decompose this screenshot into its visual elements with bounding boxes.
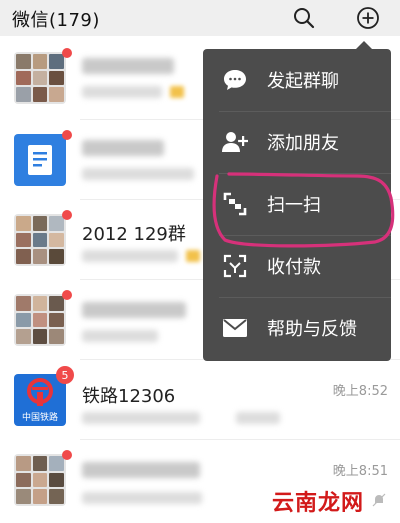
menu-item-label: 收付款 bbox=[267, 257, 321, 278]
chat-preview-blurred bbox=[236, 412, 280, 424]
unread-count-badge: 5 bbox=[56, 366, 74, 384]
menu-item-payment[interactable]: 收付款 bbox=[203, 235, 391, 297]
chat-name: 2012 129群 bbox=[82, 224, 186, 245]
unread-dot bbox=[62, 450, 72, 460]
avatar-caption: 中国铁路 bbox=[21, 413, 58, 423]
top-bar: 微信(179) bbox=[0, 0, 400, 36]
chat-name-blurred bbox=[82, 302, 186, 318]
search-icon[interactable] bbox=[288, 2, 320, 34]
menu-item-label: 添加朋友 bbox=[267, 133, 339, 154]
group-avatar bbox=[14, 52, 66, 104]
menu-item-scan[interactable]: 扫一扫 bbox=[203, 173, 391, 235]
menu-item-add-friend[interactable]: 添加朋友 bbox=[203, 111, 391, 173]
chat-preview-blurred bbox=[82, 412, 200, 424]
unread-dot bbox=[62, 210, 72, 220]
page-title: 微信(179) bbox=[12, 10, 100, 31]
chat-preview-blurred bbox=[82, 492, 202, 504]
chat-name-blurred bbox=[82, 462, 200, 478]
group-avatar bbox=[14, 454, 66, 506]
document-icon bbox=[28, 145, 52, 175]
unread-dot bbox=[62, 48, 72, 58]
chat-name-blurred bbox=[82, 58, 174, 74]
chat-name: 铁路12306 bbox=[82, 386, 176, 407]
mail-icon bbox=[221, 314, 249, 342]
chat-bubble-icon bbox=[221, 66, 249, 94]
chat-preview-blurred bbox=[82, 86, 162, 98]
chat-name-blurred bbox=[82, 140, 164, 156]
plus-popup-menu: 发起群聊 添加朋友 扫一扫 收付款 帮助与反馈 bbox=[203, 49, 391, 361]
chat-preview-blurred bbox=[82, 330, 158, 342]
railway-logo-icon bbox=[27, 378, 53, 406]
chat-item[interactable]: 中国铁路 5 铁路12306 晚上8:52 bbox=[0, 360, 400, 440]
menu-caret bbox=[356, 41, 372, 49]
add-friend-icon bbox=[221, 128, 249, 156]
menu-item-group-chat[interactable]: 发起群聊 bbox=[203, 49, 391, 111]
group-avatar bbox=[14, 294, 66, 346]
group-avatar bbox=[14, 214, 66, 266]
emoji-icon bbox=[186, 250, 200, 262]
unread-dot bbox=[62, 290, 72, 300]
menu-item-label: 发起群聊 bbox=[267, 71, 339, 92]
doc-avatar bbox=[14, 134, 66, 186]
watermark-text: 云南龙网 bbox=[272, 491, 365, 516]
chat-time: 晚上8:52 bbox=[332, 384, 388, 399]
menu-item-label: 帮助与反馈 bbox=[267, 319, 357, 340]
payment-icon bbox=[221, 252, 249, 280]
unread-dot bbox=[62, 130, 72, 140]
chat-preview-blurred bbox=[82, 168, 194, 180]
chat-preview-blurred bbox=[82, 250, 178, 262]
scan-icon bbox=[221, 190, 249, 218]
plus-circle-icon[interactable] bbox=[352, 2, 384, 34]
wechat-screen: 微信(179) 2012 129群 中国铁路 5 铁路12306 晚上8:52 … bbox=[0, 0, 400, 523]
chat-time: 晚上8:51 bbox=[332, 464, 388, 479]
watermark-logo: 云南龙网 bbox=[272, 484, 398, 518]
emoji-icon bbox=[170, 86, 184, 98]
menu-item-help-feedback[interactable]: 帮助与反馈 bbox=[203, 297, 391, 359]
menu-item-label: 扫一扫 bbox=[267, 195, 321, 216]
